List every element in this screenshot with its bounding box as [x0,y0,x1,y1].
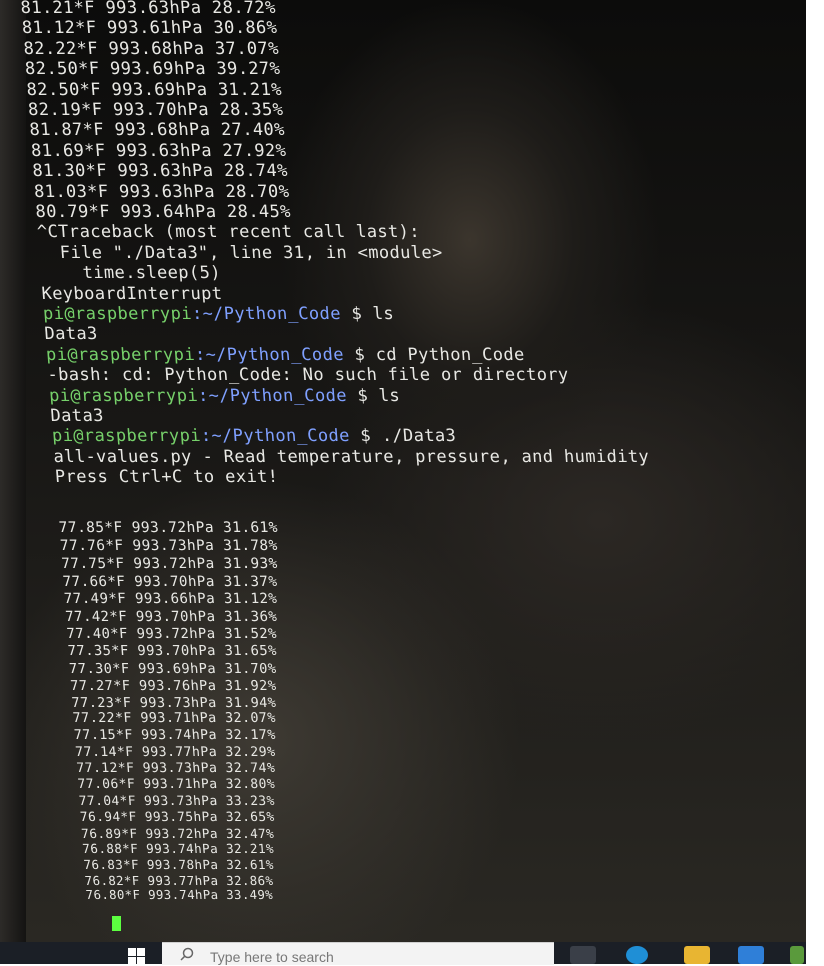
terminal-output-line: 77.40*F 993.72hPa 31.52% [65,626,278,643]
terminal-output-line: 76.80*F 993.74hPa 33.49% [85,888,274,903]
terminal-output-line: 77.15*F 993.74hPa 32.17% [73,728,277,744]
prompt-path: :~/Python_Code [197,385,348,406]
prompt-path: :~/Python_Code [194,344,345,365]
terminal-prompt-line: pi@raspberrypi:~/Python_Code $ ls [42,304,394,324]
terminal-output-line: Press Ctrl+C to exit! [54,467,280,488]
store-icon[interactable] [790,946,804,964]
terminal-output-line: KeyboardInterrupt [40,283,224,304]
terminal-output-line: 77.49*F 993.66hPa 31.12% [63,591,278,608]
terminal-output-line: 82.19*F 993.70hPa 28.35% [27,100,285,120]
terminal-output-line: 77.06*F 993.71hPa 32.80% [77,777,276,793]
taskbar-search-box[interactable]: Type here to search [162,942,554,965]
terminal-output-line: 81.30*F 993.63hPa 28.74% [31,161,289,182]
terminal-prompt-line: pi@raspberrypi:~/Python_Code $ cd Python… [45,345,525,365]
edge-browser-icon[interactable] [626,946,648,964]
prompt-path: :~/Python_Code [191,304,342,324]
terminal-output-line: 76.82*F 993.77hPa 32.86% [84,872,274,888]
terminal-output-line: Data3 [43,324,99,345]
terminal-output-line: 81.87*F 993.68hPa 27.40% [28,120,286,141]
taskbar: Type here to search [0,942,806,966]
prompt-user: pi@raspberrypi [48,385,199,406]
terminal-output-line: 77.66*F 993.70hPa 31.37% [62,573,278,590]
terminal-output-line: 76.88*F 993.74hPa 32.21% [81,841,275,857]
search-placeholder: Type here to search [210,949,334,965]
terminal-prompt-line: pi@raspberrypi:~/Python_Code $ ls [48,386,400,406]
terminal-output-line: 82.50*F 993.69hPa 39.27% [24,59,282,80]
terminal-output-line: 81.21*F 993.63hPa 28.72% [19,0,277,18]
file-explorer-icon[interactable] [684,946,710,964]
terminal-output-line: 77.35*F 993.70hPa 31.65% [67,643,278,660]
terminal-output-line: 77.04*F 993.73hPa 33.23% [78,793,276,809]
terminal-output-line: 82.22*F 993.68hPa 37.07% [22,38,280,59]
terminal-cursor [112,916,121,931]
prompt-user: pi@raspberrypi [42,304,193,324]
monitor-screen: 81.21*F 993.63hPa 28.72% 81.12*F 993.61hP… [0,0,806,942]
prompt-command: $ ./Data3 [349,426,457,447]
terminal-output-line: 82.50*F 993.69hPa 31.21% [25,79,283,100]
terminal-output-line: 77.23*F 993.73hPa 31.94% [71,694,277,711]
terminal-output-line: 76.89*F 993.72hPa 32.47% [80,825,275,841]
terminal-output-line: 77.85*F 993.72hPa 31.61% [58,520,279,536]
task-view-icon[interactable] [570,946,596,964]
terminal-output-line: 77.76*F 993.73hPa 31.78% [59,538,279,554]
windows-start-icon[interactable] [128,948,146,966]
prompt-command: $ ls [340,304,395,324]
terminal-output-line: 81.12*F 993.61hPa 30.86% [21,18,279,39]
page-margin [806,0,824,964]
terminal-output-line: 77.12*F 993.73hPa 32.74% [75,761,276,777]
terminal-output-line: 80.79*F 993.64hPa 28.45% [34,202,292,222]
prompt-command: $ cd Python_Code [343,344,526,365]
terminal-output-line: 77.30*F 993.69hPa 31.70% [68,660,278,677]
terminal-output-line: ^CTraceback (most recent call last): [36,222,421,243]
terminal-output-line: 81.03*F 993.63hPa 28.70% [33,181,291,202]
terminal-output-line: 77.42*F 993.70hPa 31.36% [64,608,278,625]
prompt-command: $ ls [346,385,401,406]
terminal-output-line: all-values.py - Read temperature, pressu… [52,446,650,467]
mail-icon[interactable] [738,946,764,964]
prompt-user: pi@raspberrypi [51,426,202,447]
terminal-output-line: File "./Data3", line 31, in <module> [37,242,444,263]
terminal-output-line: 77.14*F 993.77hPa 32.29% [74,744,276,760]
search-icon [180,947,194,961]
terminal-output-line: 81.69*F 993.63hPa 27.92% [30,140,288,161]
terminal-output-line: 77.75*F 993.72hPa 31.93% [60,555,279,572]
terminal-output-line: 76.94*F 993.75hPa 32.65% [79,809,276,825]
terminal-output-line: 77.22*F 993.71hPa 32.07% [72,711,277,727]
terminal-prompt-line: pi@raspberrypi:~/Python_Code $ ./Data3 [51,426,457,446]
terminal-output-line: 76.83*F 993.78hPa 32.61% [82,857,275,873]
terminal-output-line: -bash: cd: Python_Code: No such file or … [46,365,570,386]
prompt-path: :~/Python_Code [200,426,351,447]
prompt-user: pi@raspberrypi [45,344,196,365]
terminal-window[interactable]: 81.21*F 993.63hPa 28.72% 81.12*F 993.61hP… [0,0,806,942]
terminal-output-line: 77.27*F 993.76hPa 31.92% [69,677,277,694]
terminal-output-line: time.sleep(5) [39,263,222,284]
terminal-output-line: Data3 [49,406,105,426]
